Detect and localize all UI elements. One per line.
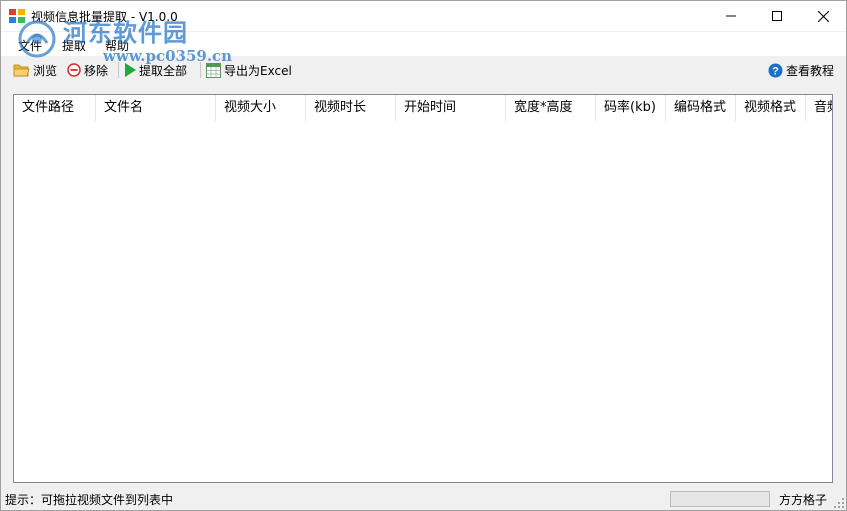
- column-header-video-format[interactable]: 视频格式: [736, 95, 806, 121]
- view-tutorial-label: 查看教程: [785, 63, 834, 78]
- remove-button[interactable]: 移除: [67, 60, 108, 80]
- window-title: 视频信息批量提取 - V1.0.0: [31, 10, 178, 24]
- file-list[interactable]: 文件路径 文件名 视频大小 视频时长 开始时间 宽度*高度 码率(kb) 编码格…: [13, 94, 833, 483]
- extract-all-button[interactable]: 提取全部: [124, 60, 187, 80]
- export-excel-label: 导出为Excel: [224, 63, 292, 78]
- column-header-resolution[interactable]: 宽度*高度: [506, 95, 596, 121]
- toolbar-separator: [200, 62, 201, 78]
- app-window: 视频信息批量提取 - V1.0.0 文件 提取 帮助 浏览 移除 提取全部 导出…: [0, 0, 847, 511]
- progress-bar: [670, 491, 770, 507]
- column-header-video-duration[interactable]: 视频时长: [306, 95, 396, 121]
- spreadsheet-icon: [206, 62, 221, 78]
- menu-bar: 文件 提取 帮助: [1, 32, 846, 56]
- minimize-button[interactable]: [708, 1, 754, 31]
- view-tutorial-button[interactable]: ? 查看教程: [768, 60, 834, 80]
- list-header: 文件路径 文件名 视频大小 视频时长 开始时间 宽度*高度 码率(kb) 编码格…: [14, 95, 832, 121]
- export-excel-button[interactable]: 导出为Excel: [206, 60, 292, 80]
- svg-text:?: ?: [772, 65, 779, 77]
- status-tip: 提示：可拖拉视频文件到列表中: [5, 493, 174, 507]
- menu-help[interactable]: 帮助: [105, 37, 129, 54]
- remove-label: 移除: [84, 63, 109, 78]
- column-header-video-size[interactable]: 视频大小: [216, 95, 306, 121]
- folder-icon: [13, 64, 30, 77]
- column-header-file-name[interactable]: 文件名: [96, 95, 216, 121]
- maximize-icon: [772, 11, 782, 21]
- status-bar: 提示：可拖拉视频文件到列表中 方方格子: [1, 488, 846, 510]
- column-header-codec[interactable]: 编码格式: [666, 95, 736, 121]
- play-icon: [125, 63, 136, 77]
- minimize-icon: [726, 15, 736, 17]
- column-header-audio[interactable]: 音频: [806, 95, 832, 121]
- toolbar-separator: [118, 62, 119, 78]
- resize-grip-icon[interactable]: [834, 498, 844, 508]
- extract-all-label: 提取全部: [139, 63, 188, 78]
- help-icon: ?: [768, 63, 783, 77]
- browse-button[interactable]: 浏览: [13, 60, 57, 80]
- menu-file[interactable]: 文件: [18, 37, 42, 54]
- column-header-bitrate[interactable]: 码率(kb): [596, 95, 666, 121]
- close-icon: [817, 10, 829, 22]
- column-header-file-path[interactable]: 文件路径: [14, 95, 96, 121]
- column-header-start-time[interactable]: 开始时间: [396, 95, 506, 121]
- app-icon: [9, 9, 25, 23]
- toolbar: 浏览 移除 提取全部 导出为Excel ? 查看教程: [1, 57, 846, 84]
- menu-extract[interactable]: 提取: [62, 37, 86, 54]
- title-bar[interactable]: 视频信息批量提取 - V1.0.0: [1, 1, 846, 31]
- author-label: 方方格子: [778, 493, 827, 507]
- close-button[interactable]: [800, 1, 846, 31]
- maximize-button[interactable]: [754, 1, 800, 31]
- browse-label: 浏览: [33, 63, 58, 78]
- remove-icon: [67, 63, 81, 77]
